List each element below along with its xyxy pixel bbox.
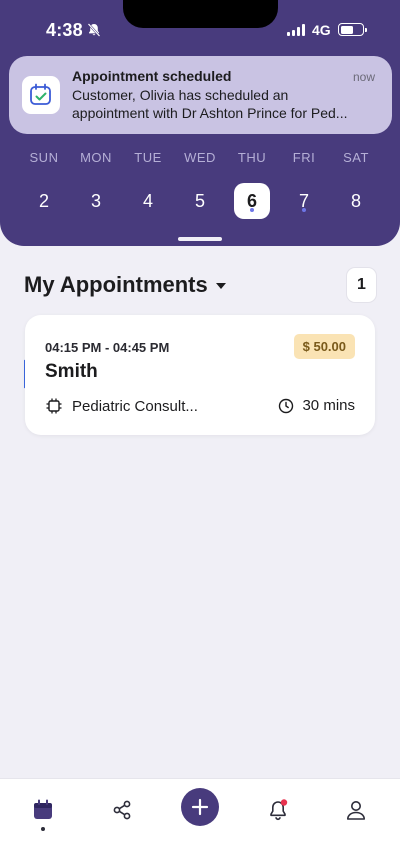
clock-icon — [279, 398, 294, 413]
appointment-card[interactable]: 04:15 PM - 04:45 PM $ 50.00 Smith Pediat… — [25, 315, 375, 435]
notification-body-line: Customer, Olivia has scheduled an — [72, 87, 289, 103]
nav-profile[interactable] — [341, 795, 371, 825]
network-label: 4G — [312, 22, 331, 38]
day-mon[interactable]: MON 3 — [78, 150, 114, 219]
day-name: MON — [80, 150, 112, 165]
event-dot — [302, 208, 306, 212]
status-bar: 4:38 4G — [0, 0, 400, 58]
duration-value: 30 mins — [302, 397, 355, 414]
status-time: 4:38 — [46, 20, 83, 40]
drag-handle[interactable] — [178, 237, 222, 241]
calendar-header: 4:38 4G Appointment scheduled now Custom… — [0, 0, 400, 246]
price-badge: $ 50.00 — [293, 334, 355, 359]
day-number: 8 — [350, 191, 361, 211]
day-name: FRI — [292, 150, 316, 165]
day-name: SAT — [343, 150, 369, 165]
duration-info: 30 mins — [278, 397, 355, 414]
day-thu[interactable]: THU 6 — [234, 150, 270, 219]
device-notch — [123, 0, 278, 28]
signal-icon — [287, 24, 307, 36]
nav-notifications[interactable] — [263, 795, 293, 825]
notification-body-line: appointment with Dr Ashton Prince for Pe… — [72, 105, 348, 121]
day-name: SUN — [29, 150, 59, 165]
appointment-time: 04:15 PM - 04:45 PM — [45, 340, 170, 355]
day-wed[interactable]: WED 5 — [182, 150, 218, 219]
bell-muted-icon — [87, 23, 101, 37]
section-title: My Appointments — [24, 272, 208, 297]
service-info: Pediatric Consult... — [45, 397, 198, 415]
appointments-dropdown[interactable]: My Appointments — [24, 272, 226, 298]
day-number: 7 — [298, 191, 309, 211]
client-name: Smith — [45, 361, 98, 382]
add-appointment-button[interactable] — [181, 788, 219, 826]
day-name: TUE — [134, 150, 162, 165]
day-name: WED — [184, 150, 216, 165]
app-calendar-icon — [22, 76, 60, 114]
service-name: Pediatric Consult... — [72, 397, 198, 415]
share-icon — [113, 800, 131, 820]
calendar-icon — [34, 799, 52, 819]
bell-icon — [270, 799, 288, 821]
day-number: 6 — [234, 183, 270, 219]
day-tue[interactable]: TUE 4 — [130, 150, 166, 219]
day-number: 4 — [142, 191, 153, 211]
active-indicator-dot — [41, 827, 45, 831]
event-dot — [250, 208, 254, 212]
day-number: 5 — [194, 191, 205, 211]
day-number: 2 — [38, 191, 49, 211]
day-number: 3 — [90, 191, 101, 211]
battery-icon — [338, 23, 367, 36]
service-chip-icon — [46, 398, 62, 414]
day-fri[interactable]: FRI 7 — [286, 150, 322, 219]
day-sun[interactable]: SUN 2 — [26, 150, 62, 219]
notification-body: Customer, Olivia has scheduled an appoin… — [72, 86, 379, 122]
day-sat[interactable]: SAT 8 — [338, 150, 374, 219]
notification-title: Appointment scheduled — [72, 68, 232, 84]
plus-icon — [191, 798, 209, 816]
nav-calendar[interactable] — [28, 795, 58, 825]
notification-time: now — [352, 70, 375, 84]
day-name: THU — [237, 150, 267, 165]
notification-banner[interactable]: Appointment scheduled now Customer, Oliv… — [9, 56, 392, 134]
bottom-nav — [0, 778, 400, 865]
profile-icon — [347, 801, 365, 820]
appointment-count-badge: 1 — [347, 268, 376, 302]
caret-down-icon — [215, 283, 226, 289]
nav-share[interactable] — [107, 795, 137, 825]
